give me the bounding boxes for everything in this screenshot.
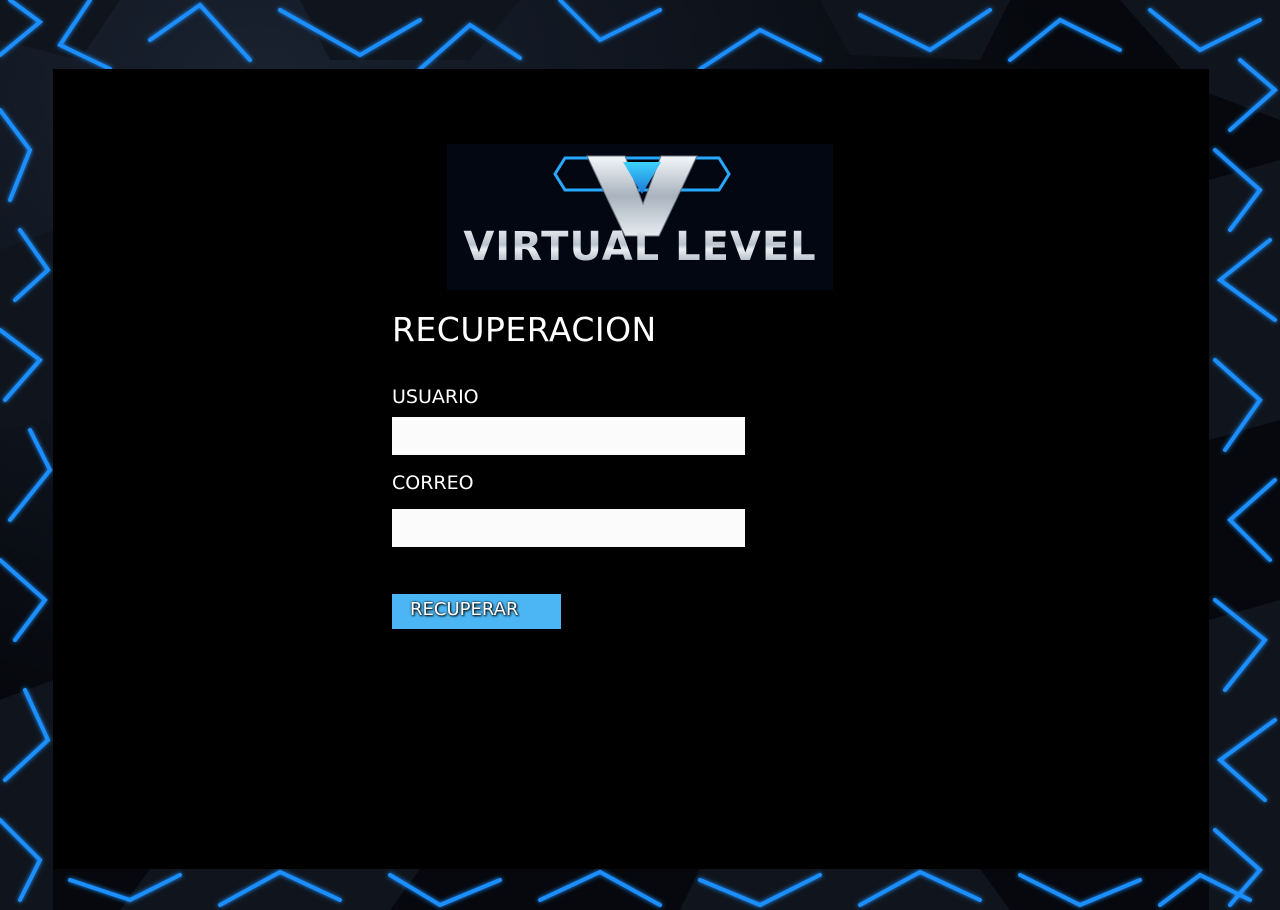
virtual-level-logo: VIRTUAL LEVEL [447, 144, 833, 290]
correo-input[interactable] [392, 509, 745, 547]
usuario-label: USUARIO [392, 386, 479, 408]
page-title: RECUPERACION [392, 310, 657, 349]
logo-text: VIRTUAL LEVEL [447, 224, 833, 270]
recuperar-button[interactable]: RECUPERAR [392, 594, 561, 629]
usuario-input[interactable] [392, 417, 745, 455]
correo-label: CORREO [392, 472, 474, 494]
